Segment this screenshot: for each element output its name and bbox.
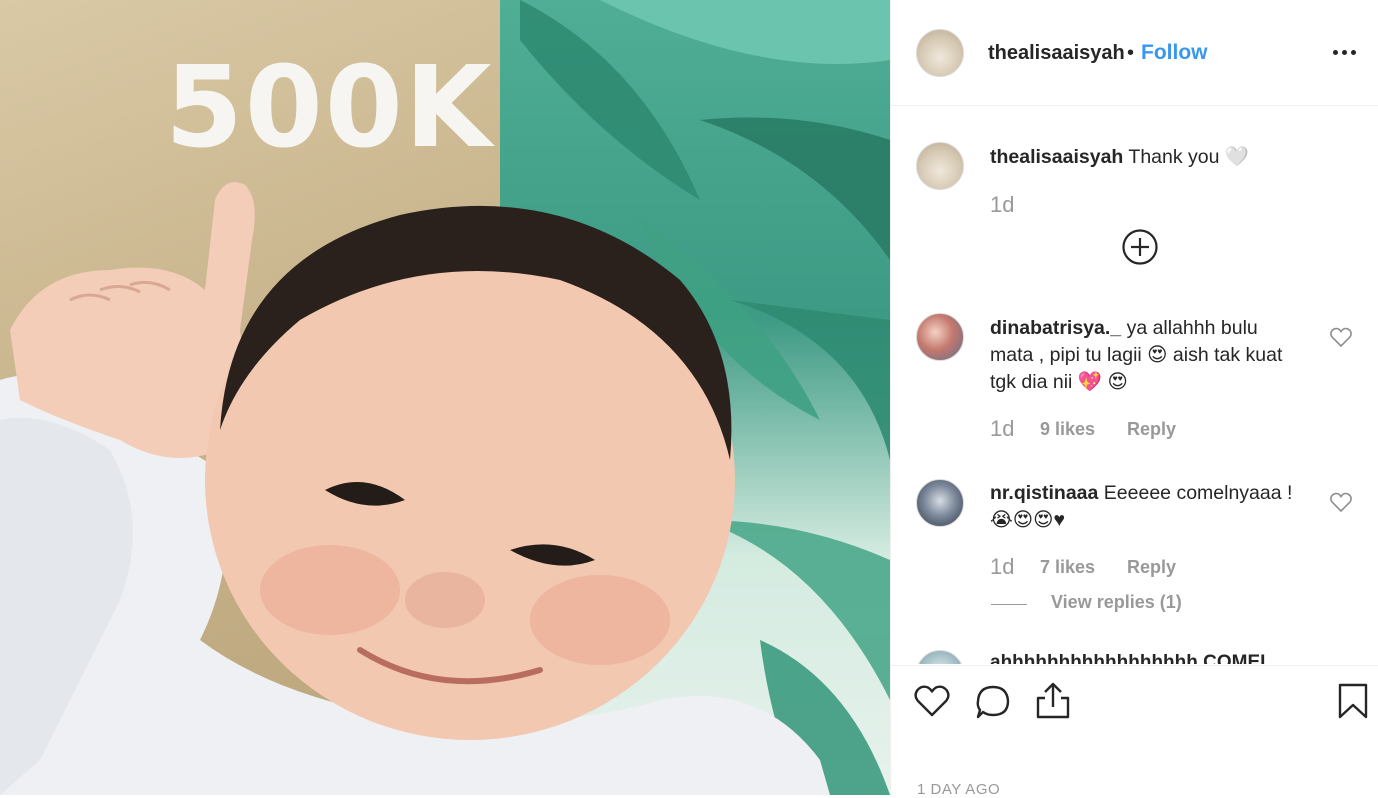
comments-list[interactable]: thealisaaisyah Thank you 🤍 1d dinabatris… <box>891 106 1378 664</box>
comment-likes[interactable]: 9 likes <box>1040 419 1095 440</box>
share-upload-icon[interactable] <box>1035 682 1071 725</box>
comment-bubble-icon[interactable] <box>975 684 1011 725</box>
plus-circle-icon[interactable] <box>1121 228 1159 266</box>
post-timestamp: 1 DAY AGO <box>917 781 1001 798</box>
comment-username[interactable]: dinabatrisya._ <box>990 317 1121 339</box>
comment-meta: 1d 7 likes Reply <box>990 554 1176 580</box>
comment-likes[interactable]: 7 likes <box>1040 557 1095 578</box>
comment-avatar[interactable] <box>916 313 964 361</box>
caption-time: 1d <box>990 192 1015 217</box>
avatar[interactable] <box>916 29 964 77</box>
comment-like-heart-icon[interactable] <box>1329 326 1353 348</box>
post-header: thealisaaisyah • Follow <box>891 0 1378 106</box>
comment-time: 1d <box>990 416 1015 441</box>
post-photo[interactable]: 500K <box>0 0 890 795</box>
cutoff-comment-text: ahhhhhhhhhhhhhhhhh COMEL <box>990 652 1272 664</box>
header-username[interactable]: thealisaaisyah <box>988 42 1125 65</box>
view-replies-label: View replies (1) <box>1051 592 1182 612</box>
comment-like-heart-icon[interactable] <box>1329 491 1353 513</box>
comment-avatar[interactable] <box>916 650 964 664</box>
header-separator: • <box>1127 42 1135 64</box>
comment-time: 1d <box>990 554 1015 579</box>
comment-meta: 1d 9 likes Reply <box>990 416 1176 442</box>
follow-button[interactable]: Follow <box>1141 41 1208 65</box>
caption-username[interactable]: thealisaaisyah <box>990 146 1123 168</box>
comment-text: nr.qistinaaa Eeeeee comelnyaaa ! 😭😍😍♥ <box>990 480 1300 534</box>
comment-text: dinabatrisya._ ya allahhh bulu mata , pi… <box>990 315 1300 396</box>
reply-button[interactable]: Reply <box>1127 557 1176 578</box>
more-horizontal-icon[interactable] <box>1331 44 1361 62</box>
comment-avatar[interactable] <box>916 479 964 527</box>
caption-body: Thank you 🤍 <box>1128 146 1250 168</box>
photo-overlay-text: 500K <box>165 43 494 173</box>
heart-icon[interactable] <box>913 684 951 723</box>
caption-meta: 1d <box>990 192 1014 218</box>
caption-avatar[interactable] <box>916 142 964 190</box>
action-bar: 1 DAY AGO <box>891 665 1378 798</box>
post-side-panel: thealisaaisyah • Follow thealisaaisyah T… <box>890 0 1378 798</box>
caption-text: thealisaaisyah Thank you 🤍 <box>990 144 1300 171</box>
bookmark-icon[interactable] <box>1337 682 1369 725</box>
reply-button[interactable]: Reply <box>1127 419 1176 440</box>
view-replies-line <box>991 604 1027 605</box>
comment-username[interactable]: nr.qistinaaa <box>990 482 1098 504</box>
